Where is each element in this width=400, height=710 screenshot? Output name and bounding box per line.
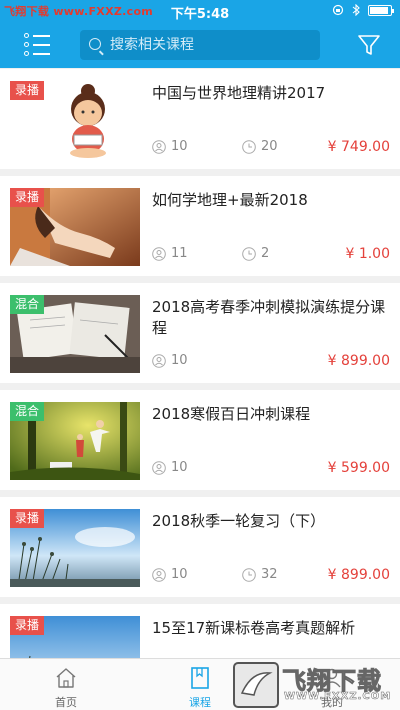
course-meta: 10 ¥ 899.00 — [152, 353, 390, 371]
course-title: 中国与世界地理精讲2017 — [152, 84, 326, 102]
clock-icon — [242, 567, 256, 582]
course-price: ¥ 1.00 — [345, 246, 390, 262]
search-input[interactable]: 搜索相关课程 — [80, 30, 320, 60]
watermark-logo: 飞翔下载 WWW.FXXZ.COM — [232, 659, 400, 710]
course-thumbnail: 混合 — [10, 402, 140, 480]
user-icon — [152, 139, 166, 154]
course-title: 15至17新课标卷高考真题解析 — [152, 619, 356, 637]
course-thumbnail: 录播 — [10, 509, 140, 587]
bluetooth-icon — [352, 4, 360, 16]
student-count: 10 — [152, 460, 188, 475]
lesson-count: 32 — [242, 567, 278, 582]
user-icon — [152, 567, 166, 582]
badge-mixed: 混合 — [10, 402, 45, 421]
battery-icon — [368, 4, 394, 16]
list-menu-icon[interactable] — [24, 32, 52, 58]
course-item[interactable]: 录播 2018秋季一轮复习（下） 10 32 ¥ 899.00 — [0, 497, 400, 597]
funnel-filter-icon[interactable] — [356, 32, 382, 58]
status-bar: 飞翔下载 www.FXXZ.com 下午5:48 — [0, 0, 400, 22]
watermark-logo-icon — [233, 662, 279, 708]
badge-mixed: 混合 — [10, 295, 45, 314]
badge-recorded: 录播 — [10, 188, 45, 207]
book-icon — [187, 665, 213, 691]
clock-icon — [242, 246, 256, 261]
course-title: 2018高考春季冲刺模拟演练提分课程 — [152, 298, 386, 337]
course-meta: 11 2 ¥ 1.00 — [152, 246, 390, 264]
tab-courses[interactable]: 课程 — [160, 665, 240, 710]
lesson-count: 2 — [242, 246, 269, 261]
course-meta: 10 ¥ 599.00 — [152, 460, 390, 478]
course-title: 2018秋季一轮复习（下） — [152, 512, 326, 530]
student-count: 10 — [152, 139, 188, 154]
course-price: ¥ 749.00 — [327, 139, 390, 155]
course-meta: 10 32 ¥ 899.00 — [152, 567, 390, 585]
student-count: 11 — [152, 246, 188, 261]
clock-icon — [242, 139, 256, 154]
course-title: 如何学地理+最新2018 — [152, 191, 308, 209]
tab-home[interactable]: 首页 — [26, 665, 106, 710]
course-thumbnail: 录播 — [10, 188, 140, 266]
course-thumbnail: 混合 — [10, 295, 140, 373]
badge-recorded: 录播 — [10, 81, 45, 100]
search-placeholder: 搜索相关课程 — [110, 37, 194, 53]
student-count: 10 — [152, 353, 188, 368]
user-icon — [152, 460, 166, 475]
course-thumbnail: 录播 — [10, 616, 140, 658]
top-bar: 搜索相关课程 — [0, 22, 400, 68]
course-meta: 10 20 ¥ 749.00 — [152, 139, 390, 157]
course-item[interactable]: 录播 中国与世界地理精讲2017 10 20 ¥ 749.00 — [0, 69, 400, 169]
course-item[interactable]: 录播 如何学地理+最新2018 11 2 ¥ 1.00 — [0, 176, 400, 276]
lesson-count: 20 — [242, 139, 278, 154]
course-price: ¥ 899.00 — [327, 567, 390, 583]
badge-recorded: 录播 — [10, 509, 45, 528]
rotation-lock-icon — [332, 4, 344, 16]
user-icon — [152, 353, 166, 368]
course-item[interactable]: 混合 2018高考春季冲刺模拟演练提分课程 10 ¥ 899.00 — [0, 283, 400, 383]
user-icon — [152, 246, 166, 261]
home-icon — [53, 665, 79, 691]
course-thumbnail: 录播 — [10, 81, 140, 159]
watermark-url: WWW.FXXZ.COM — [284, 691, 392, 703]
student-count: 10 — [152, 567, 188, 582]
search-icon — [89, 38, 101, 50]
course-price: ¥ 899.00 — [327, 353, 390, 369]
tab-bar: 首页 课程 我的 飞翔下载 WWW.FXXZ.COM — [0, 658, 400, 710]
course-price: ¥ 599.00 — [327, 460, 390, 476]
status-icons — [332, 4, 394, 16]
course-item[interactable]: 混合 2018寒假百日冲刺课程 10 ¥ 599.00 — [0, 390, 400, 490]
badge-recorded: 录播 — [10, 616, 45, 635]
course-list[interactable]: 录播 中国与世界地理精讲2017 10 20 ¥ 749.00 录播 如何学地理… — [0, 68, 400, 658]
tab-home-label: 首页 — [55, 696, 77, 709]
tab-courses-label: 课程 — [189, 696, 211, 709]
course-title: 2018寒假百日冲刺课程 — [152, 405, 311, 423]
course-item[interactable]: 录播 15至17新课标卷高考真题解析 — [0, 604, 400, 658]
